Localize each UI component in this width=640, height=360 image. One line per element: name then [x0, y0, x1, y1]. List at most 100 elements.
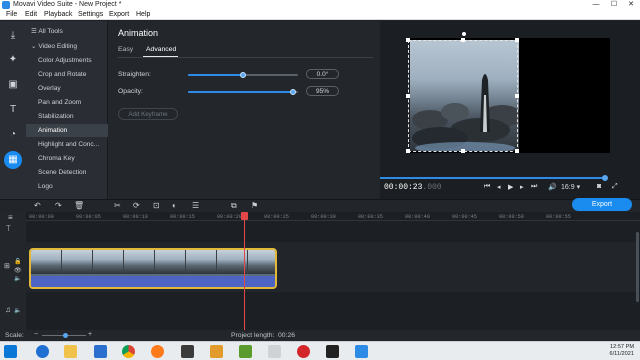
menu-file[interactable]: File	[6, 11, 17, 18]
menu-help[interactable]: Help	[136, 11, 150, 18]
opacity-slider-handle[interactable]	[289, 89, 296, 95]
paint-icon[interactable]	[210, 345, 223, 358]
redo-icon[interactable]: ↷	[55, 201, 62, 210]
add-track-icon[interactable]: ≡	[8, 213, 13, 222]
step-forward-icon[interactable]: ▸	[520, 183, 524, 191]
resize-handle[interactable]	[461, 149, 465, 153]
system-clock[interactable]: 12:57 PM 6/11/2021	[600, 344, 634, 358]
app-icon[interactable]	[326, 345, 339, 358]
opera-icon[interactable]	[297, 345, 310, 358]
marker-flag-icon[interactable]: ⚑	[251, 201, 258, 210]
category-item-logo[interactable]: Logo	[26, 180, 108, 193]
zoom-in-icon[interactable]: +	[88, 331, 92, 338]
menu-edit[interactable]: Edit	[25, 11, 37, 18]
opacity-value[interactable]: 95%	[306, 86, 339, 96]
time-ruler[interactable]: 00:00:00 00:00:05 00:00:10 00:00:15 00:0…	[26, 212, 640, 221]
music-track-mute-icon[interactable]: 🔈	[14, 307, 21, 314]
track-visibility-icon[interactable]: 👁	[14, 267, 22, 274]
app-icon[interactable]	[181, 345, 194, 358]
fullscreen-icon[interactable]: ⤢	[612, 183, 618, 191]
utorrent-icon[interactable]	[239, 345, 252, 358]
resize-handle[interactable]	[406, 94, 410, 98]
seek-handle[interactable]	[602, 175, 609, 181]
insert-media-icon[interactable]: ⧉	[231, 201, 237, 211]
menu-playback[interactable]: Playback	[44, 11, 72, 18]
step-back-icon[interactable]: ◂	[497, 183, 501, 191]
effects-wand-icon[interactable]: ✦	[4, 51, 22, 69]
preview-player: 00:00:23.000 ⏮ ◂ ▶ ▸ ⏭ 🔊 16:9 ▾ ◙ ⤢	[380, 21, 640, 199]
delete-icon[interactable]: 🗑	[74, 201, 84, 210]
more-tools-icon[interactable]: ▦	[4, 151, 22, 169]
video-clip[interactable]	[29, 248, 277, 289]
menu-settings[interactable]: Settings	[78, 11, 103, 18]
start-icon[interactable]	[4, 345, 17, 358]
timeline-scrollbar[interactable]	[636, 232, 639, 302]
menu-export[interactable]: Export	[109, 11, 129, 18]
crop-icon[interactable]: ⊡	[153, 201, 160, 210]
resize-handle[interactable]	[515, 149, 519, 153]
seek-bar[interactable]	[380, 177, 606, 179]
crop-frame-box[interactable]	[406, 38, 519, 153]
edge-browser-icon[interactable]	[36, 345, 49, 358]
straighten-slider[interactable]	[188, 72, 298, 78]
category-item-pan-zoom[interactable]: Pan and Zoom	[26, 96, 108, 109]
file-explorer-icon[interactable]	[64, 345, 77, 358]
titles-icon[interactable]: T	[4, 101, 22, 119]
straighten-value[interactable]: 0.0°	[306, 69, 339, 79]
movavi-taskbar-icon[interactable]	[355, 345, 368, 358]
clip-properties-icon[interactable]: ☰	[192, 201, 199, 210]
maximize-button[interactable]: ☐	[606, 0, 622, 10]
category-item-chroma-key[interactable]: Chroma Key	[26, 152, 108, 165]
aspect-ratio-select[interactable]: 16:9 ▾	[561, 183, 580, 191]
tick-label: 00:00:55	[546, 214, 571, 220]
prev-frame-icon[interactable]: ⏮	[484, 183, 490, 191]
add-keyframe-button[interactable]: Add Keyframe	[118, 108, 178, 120]
status-bar: Scale: − + Project length: 00:26	[0, 330, 640, 341]
category-video-editing[interactable]: ⌄ Video Editing	[26, 40, 108, 53]
resize-handle[interactable]	[461, 38, 465, 42]
chrome-icon[interactable]	[122, 345, 135, 358]
split-icon[interactable]: ✂	[114, 201, 121, 210]
zoom-out-icon[interactable]: −	[34, 331, 38, 338]
category-all-tools[interactable]: ☰ All Tools	[26, 25, 108, 38]
rotate-icon[interactable]: ⟳	[133, 201, 140, 210]
clip-audio-waveform[interactable]	[31, 276, 275, 287]
opacity-slider[interactable]	[188, 89, 298, 95]
word-icon[interactable]	[94, 345, 107, 358]
category-item-animation[interactable]: Animation	[26, 124, 108, 137]
minimize-button[interactable]: —	[588, 0, 604, 10]
resize-handle[interactable]	[406, 38, 410, 42]
category-item-color-adjustments[interactable]: Color Adjustments	[26, 54, 108, 67]
transitions-icon[interactable]: ◔	[4, 126, 22, 144]
track-headers: ≡ T ⊞ 🔒 👁 🔈 ♫ 🔈	[0, 212, 26, 342]
category-item-stabilization[interactable]: Stabilization	[26, 110, 108, 123]
track-lock-icon[interactable]: 🔒	[14, 258, 21, 265]
firefox-icon[interactable]	[151, 345, 164, 358]
volume-icon[interactable]: 🔊	[548, 183, 557, 191]
category-item-overlay[interactable]: Overlay	[26, 82, 108, 95]
playhead[interactable]	[244, 212, 245, 342]
track-mute-icon[interactable]: 🔈	[14, 275, 21, 282]
play-icon[interactable]: ▶	[508, 183, 513, 191]
category-item-highlight-conceal[interactable]: Highlight and Conc...	[26, 138, 108, 151]
color-adjust-icon[interactable]: ◐	[172, 201, 177, 210]
filters-icon[interactable]: ▣	[4, 76, 22, 94]
resize-handle[interactable]	[515, 94, 519, 98]
category-item-crop-rotate[interactable]: Crop and Rotate	[26, 68, 108, 81]
straighten-slider-handle[interactable]	[240, 72, 246, 78]
close-button[interactable]: ✕	[623, 0, 639, 10]
scale-slider-handle[interactable]	[63, 333, 68, 338]
snapshot-icon[interactable]: ◙	[597, 183, 601, 190]
tab-easy[interactable]: Easy	[118, 46, 133, 53]
export-button[interactable]: Export	[572, 198, 632, 211]
playhead-handle[interactable]	[241, 212, 248, 220]
resize-handle[interactable]	[406, 149, 410, 153]
resize-handle[interactable]	[515, 38, 519, 42]
rotate-handle[interactable]	[462, 32, 466, 36]
next-frame-icon[interactable]: ⏭	[531, 183, 537, 191]
tab-advanced[interactable]: Advanced	[146, 46, 176, 53]
undo-icon[interactable]: ↶	[34, 201, 41, 210]
import-icon[interactable]: ⤓	[4, 27, 22, 45]
app-icon[interactable]	[268, 345, 281, 358]
category-item-scene-detection[interactable]: Scene Detection	[26, 166, 108, 179]
